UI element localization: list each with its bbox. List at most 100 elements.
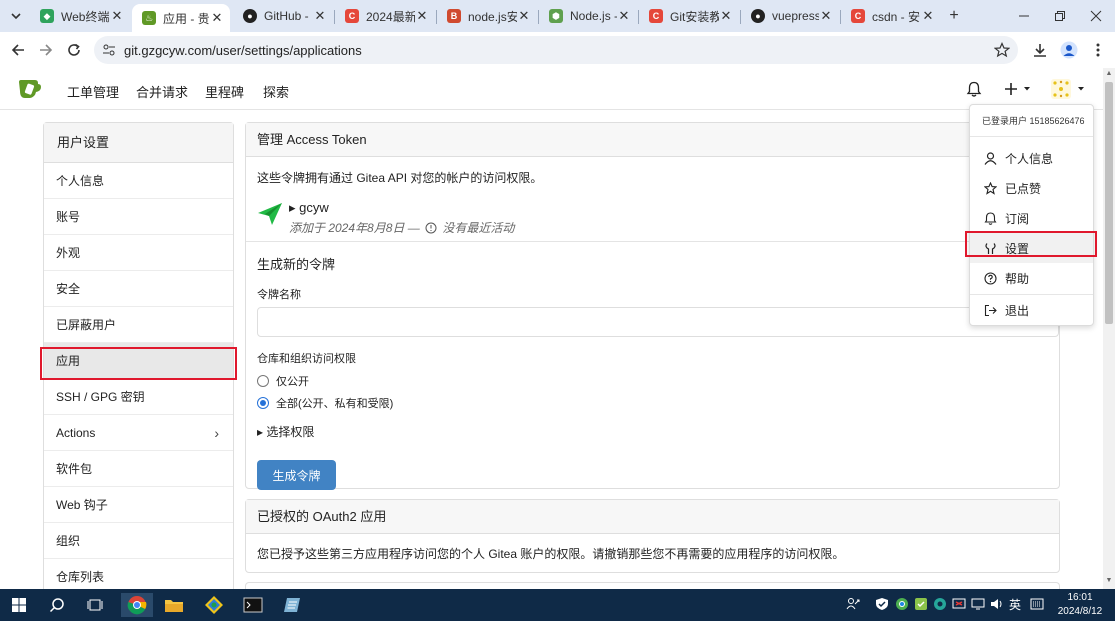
ime-indicator[interactable]: 英 [1009,596,1021,613]
task-view-button[interactable] [82,593,108,617]
reload-button[interactable] [64,40,84,60]
new-tab-button[interactable]: + [945,6,963,26]
close-tab-icon[interactable]: ✕ [517,8,531,24]
back-button[interactable] [8,40,28,60]
sidebar-item-blocked-users[interactable]: 已屏蔽用户 [44,307,233,343]
sidebar-item-label: 账号 [56,210,81,224]
token-name-input[interactable] [257,307,1059,337]
scrollbar-thumb[interactable] [1105,82,1113,324]
chrome-taskbar-app[interactable] [121,593,153,617]
sidebar-item-actions[interactable]: Actions › [44,415,233,451]
address-bar[interactable]: git.gzgcyw.com/user/settings/application… [94,36,1018,64]
volume-icon[interactable] [990,597,1004,611]
keyboard-icon[interactable] [1030,597,1044,611]
bookmark-star-icon[interactable] [994,42,1010,58]
taskbar-clock[interactable]: 16:01 2024/8/12 [1052,591,1108,619]
sidebar-item-profile[interactable]: 个人信息 [44,163,233,199]
nav-explore[interactable]: 探索 [263,82,289,101]
sidebar-item-label: 组织 [56,534,81,548]
sidebar-item-organizations[interactable]: 组织 [44,523,233,559]
network-icon[interactable] [971,597,985,611]
browser-tab-active[interactable]: ♨ 应用 - 贵州 ✕ [132,4,230,32]
minimize-button[interactable] [1014,6,1034,26]
chevron-down-icon [11,13,21,20]
browser-tab[interactable]: C Git安装教 ✕ [639,4,739,28]
site-settings-icon[interactable] [102,43,116,57]
browser-tab[interactable]: C 2024最新 ✕ [335,4,435,28]
page-scrollbar[interactable]: ▲ ▼ [1103,68,1115,589]
bell-icon [983,211,997,225]
notifications-bell-icon[interactable] [966,78,982,100]
close-tab-icon[interactable]: ✕ [921,8,935,24]
scroll-down-arrow-icon[interactable]: ▼ [1105,577,1113,584]
start-button[interactable] [6,593,32,617]
panel-title-strong: OAuth2 [312,509,357,524]
browser-tab[interactable]: ● GitHub - ✕ [233,4,333,28]
signed-in-as: 已登录用户 15185626476 [970,105,1093,137]
sidebar-item-webhooks[interactable]: Web 钩子 [44,487,233,523]
sidebar-item-security[interactable]: 安全 [44,271,233,307]
tab-favicon-icon: C [649,9,663,23]
browser-tab[interactable]: C csdn - 安 ✕ [841,4,941,28]
menu-item-profile[interactable]: 个人信息 [970,143,1093,173]
user-avatar-button[interactable] [1050,78,1088,100]
sidebar-item-account[interactable]: 账号 [44,199,233,235]
sidebar-item-packages[interactable]: 软件包 [44,451,233,487]
generate-token-button[interactable]: 生成令牌 [257,460,336,490]
radio-button[interactable] [257,375,269,387]
close-tab-icon[interactable]: ✕ [819,8,833,24]
sidebar-item-appearance[interactable]: 外观 [44,235,233,271]
search-button[interactable] [44,593,70,617]
sidebar-item-ssh-gpg-keys[interactable]: SSH / GPG 密钥 [44,379,233,415]
close-tab-icon[interactable]: ✕ [313,8,327,24]
nav-milestones[interactable]: 里程碑 [205,82,244,101]
menu-item-help[interactable]: 帮助 [970,263,1093,293]
close-tab-icon[interactable]: ✕ [415,8,429,24]
radio-button-selected[interactable] [257,397,269,409]
close-tab-icon[interactable]: ✕ [210,10,224,26]
close-tab-icon[interactable]: ✕ [110,8,124,24]
tab-search-button[interactable] [6,6,26,26]
chrome-icon [127,596,147,615]
token-name[interactable]: ▸ gcyw [289,200,329,216]
download-button[interactable] [1030,40,1050,60]
restore-button[interactable] [1050,6,1070,26]
monitor-tray-icon[interactable] [952,597,966,611]
sidebar-item-label: 软件包 [56,462,93,476]
create-new-button[interactable] [1005,78,1033,100]
clock-time: 16:01 [1067,592,1093,603]
menu-item-sign-out[interactable]: 退出 [970,295,1093,325]
browser-tray-icon[interactable] [895,597,909,611]
browser-tab[interactable]: ● vuepress ✕ [741,4,839,28]
close-window-button[interactable] [1086,6,1106,26]
close-tab-icon[interactable]: ✕ [617,8,631,24]
tab-favicon-icon: C [851,9,865,23]
menu-item-starred[interactable]: 已点赞 [970,173,1093,203]
browser-tab[interactable]: ◆ Web终端 ✕ [30,4,130,28]
radio-all[interactable]: 全部(公开、私有和受限) [257,393,1048,413]
nav-issues[interactable]: 工单管理 [67,82,119,101]
close-tab-icon[interactable]: ✕ [719,8,733,24]
token-activity: 没有最近活动 [442,221,515,235]
security-tray-icon[interactable] [875,597,889,611]
scroll-up-arrow-icon[interactable]: ▲ [1105,70,1113,77]
menu-item-subscriptions[interactable]: 订阅 [970,203,1093,233]
browser-menu-button[interactable] [1088,40,1108,60]
profile-button[interactable] [1059,40,1079,60]
notes-taskbar-app[interactable] [280,593,306,617]
select-permissions-toggle[interactable]: ▸ 选择权限 [257,423,1048,440]
forward-button[interactable] [36,40,56,60]
sidebar-item-repositories[interactable]: 仓库列表 [44,559,233,589]
nav-pull-requests[interactable]: 合并请求 [136,82,188,101]
gitea-logo-icon[interactable] [18,78,42,100]
app-tray-icon[interactable] [933,597,947,611]
terminal-taskbar-app[interactable] [240,593,266,617]
browser-tab[interactable]: B node.js安 ✕ [437,4,537,28]
radio-public-only[interactable]: 仅公开 [257,371,1048,391]
people-icon[interactable] [846,597,860,611]
file-explorer-taskbar-app[interactable] [161,593,187,617]
sync-tray-icon[interactable] [914,597,928,611]
sourcetree-taskbar-app[interactable] [201,593,227,617]
browser-tab[interactable]: ⬢ Node.js - ✕ [539,4,637,28]
sidebar-item-label: 个人信息 [56,174,105,188]
